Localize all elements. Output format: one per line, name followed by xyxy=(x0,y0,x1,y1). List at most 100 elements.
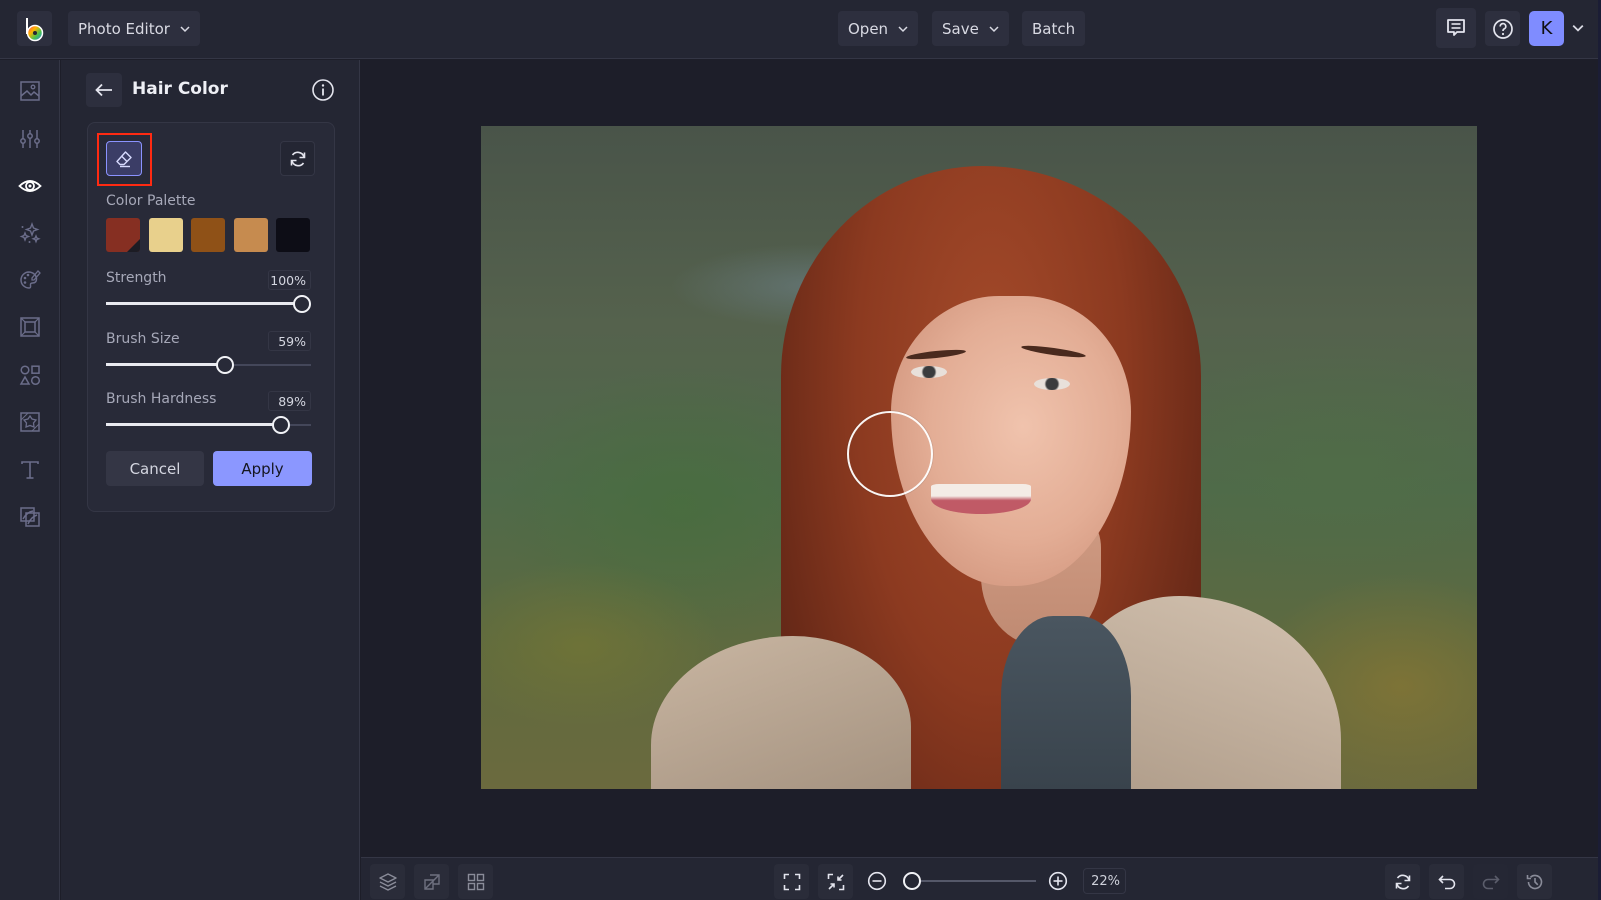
user-avatar[interactable]: K xyxy=(1529,11,1564,46)
fit-to-screen-button[interactable] xyxy=(774,864,809,899)
brush-hardness-slider[interactable] xyxy=(106,416,311,434)
apply-button[interactable]: Apply xyxy=(213,451,312,486)
strength-slider[interactable] xyxy=(106,295,311,313)
zoom-slider-thumb[interactable] xyxy=(902,872,921,890)
rail-item-image-manager[interactable] xyxy=(17,78,43,104)
zoom-slider-track xyxy=(906,880,1036,882)
eraser-icon xyxy=(116,150,132,167)
rail-item-overlays[interactable] xyxy=(17,504,43,530)
undo-button[interactable] xyxy=(1429,864,1464,899)
undo-icon xyxy=(1437,874,1455,889)
slider-thumb[interactable] xyxy=(272,416,291,434)
slider-thumb[interactable] xyxy=(216,356,235,374)
palette-icon xyxy=(20,270,41,289)
brush-size-slider[interactable] xyxy=(106,356,311,374)
rail-item-artsy[interactable] xyxy=(17,267,43,293)
rail-item-frames[interactable] xyxy=(17,314,43,340)
eraser-button[interactable] xyxy=(106,141,142,176)
rail-item-edit[interactable] xyxy=(17,126,43,152)
reset-button[interactable] xyxy=(280,141,315,176)
photo-editor-menu-button[interactable]: Photo Editor xyxy=(68,11,200,46)
open-label: Open xyxy=(848,19,889,38)
batch-button[interactable]: Batch xyxy=(1022,11,1086,46)
save-label: Save xyxy=(942,19,979,38)
avatar-initial: K xyxy=(1540,18,1553,39)
layers-button[interactable] xyxy=(370,864,405,899)
zoom-in-button[interactable] xyxy=(1048,871,1068,891)
color-palette-label: Color Palette xyxy=(106,193,196,209)
mode-label: Photo Editor xyxy=(78,19,170,38)
rail-item-touch-up[interactable] xyxy=(17,173,43,199)
eye-icon xyxy=(18,180,42,192)
reset-image-button[interactable] xyxy=(1385,864,1420,899)
color-swatch[interactable] xyxy=(233,218,268,252)
grid-icon xyxy=(467,873,484,890)
canvas-area xyxy=(361,60,1598,857)
compare-button[interactable] xyxy=(414,864,449,899)
tool-rail xyxy=(0,60,60,900)
color-swatch[interactable] xyxy=(148,218,183,252)
app-logo[interactable] xyxy=(17,11,52,46)
batch-label: Batch xyxy=(1032,19,1076,38)
selected-swatch-indicator xyxy=(127,239,140,252)
chevron-down-icon xyxy=(898,25,908,32)
brush-hardness-label: Brush Hardness xyxy=(106,391,217,407)
overlay-icon xyxy=(20,507,40,527)
arrow-left-icon xyxy=(95,83,112,97)
strength-value[interactable]: 100% xyxy=(268,270,311,290)
zoom-out-button[interactable] xyxy=(867,871,887,891)
bottom-toolbar: 22% xyxy=(361,857,1598,900)
frame-icon xyxy=(20,317,40,337)
zoom-value[interactable]: 22% xyxy=(1083,868,1126,894)
sliders-icon xyxy=(20,130,40,148)
panel-title: Hair Color xyxy=(132,79,228,99)
sparkles-icon xyxy=(19,222,41,244)
refresh-icon xyxy=(1395,874,1410,889)
zoom-slider[interactable] xyxy=(902,872,1036,890)
account-menu-chevron-icon[interactable] xyxy=(1572,22,1584,34)
rail-item-effects[interactable] xyxy=(17,220,43,246)
slider-fill xyxy=(106,423,282,426)
back-button[interactable] xyxy=(86,73,122,107)
photo-left-eye xyxy=(911,366,947,378)
info-icon xyxy=(312,79,334,101)
color-swatch[interactable] xyxy=(276,218,310,252)
help-button[interactable] xyxy=(1485,11,1520,46)
color-swatch[interactable] xyxy=(106,218,140,252)
open-button[interactable]: Open xyxy=(838,11,919,46)
rail-item-textures[interactable] xyxy=(17,409,43,435)
photo-canvas[interactable] xyxy=(481,126,1477,789)
minus-circle-icon xyxy=(867,871,887,891)
info-button[interactable] xyxy=(311,78,335,102)
cancel-button[interactable]: Cancel xyxy=(106,451,204,486)
photo-coat-left xyxy=(651,636,911,789)
save-button[interactable]: Save xyxy=(932,11,1009,46)
feedback-button[interactable] xyxy=(1436,8,1476,48)
brush-size-value[interactable]: 59% xyxy=(268,331,311,351)
strength-label: Strength xyxy=(106,270,167,286)
history-icon xyxy=(1526,874,1542,889)
befunky-logo-icon xyxy=(25,17,43,41)
top-bar: Photo Editor Open Save Batch K xyxy=(0,0,1601,59)
brush-hardness-value[interactable]: 89% xyxy=(268,391,311,411)
rail-item-graphics[interactable] xyxy=(17,362,43,388)
slider-fill xyxy=(106,363,226,366)
shapes-icon xyxy=(19,365,41,386)
image-icon xyxy=(20,81,40,101)
plus-circle-icon xyxy=(1048,871,1068,891)
redo-button[interactable] xyxy=(1473,864,1508,899)
actual-size-button[interactable] xyxy=(818,864,853,899)
grid-view-button[interactable] xyxy=(458,864,493,899)
photo-right-eye xyxy=(1034,378,1070,390)
photo-shirt xyxy=(1001,616,1131,789)
brush-size-label: Brush Size xyxy=(106,331,180,347)
message-square-icon xyxy=(1447,19,1465,36)
chevron-down-icon xyxy=(180,25,190,32)
fullscreen-icon xyxy=(783,873,800,890)
brush-cursor xyxy=(847,411,933,497)
slider-thumb[interactable] xyxy=(293,295,311,313)
history-button[interactable] xyxy=(1517,864,1552,899)
rail-item-text[interactable] xyxy=(17,457,43,483)
redo-icon xyxy=(1482,874,1500,889)
color-swatch[interactable] xyxy=(191,218,225,252)
